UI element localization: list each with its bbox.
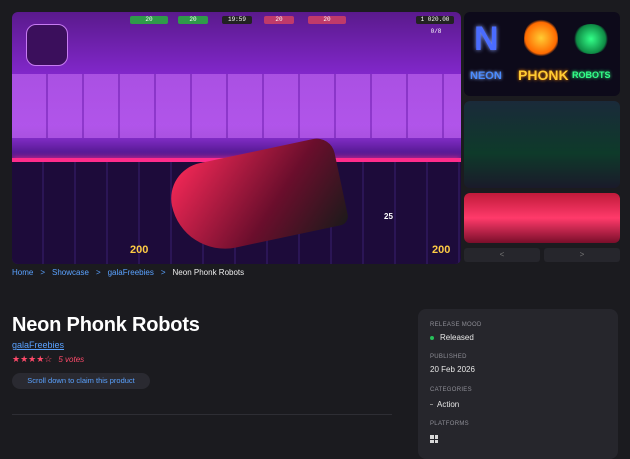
published-value: 20 Feb 2026 (430, 365, 475, 374)
hud-team-score: 20 (130, 16, 168, 24)
minimap-icon (26, 24, 68, 66)
robot-head-icon (572, 24, 610, 54)
thumbnail-1[interactable]: N NEON PHONK ROBOTS (464, 12, 620, 96)
hud-enemy-score-2: 20 (308, 16, 346, 24)
categories-label: CATEGORIES (430, 387, 472, 393)
scene-wall (12, 74, 461, 138)
main-screenshot[interactable]: 20 20 19:59 20 20 1 020.00 0/8 200 200 2… (12, 12, 461, 264)
publisher-link[interactable]: galaFreebies (12, 340, 64, 350)
gallery-nav: < > (464, 248, 620, 262)
thumbnail-3[interactable] (464, 193, 620, 243)
breadcrumb-separator: > (40, 268, 46, 277)
breadcrumb: Home > Showcase > galaFreebies > Neon Phonk Ro… (12, 268, 244, 277)
gallery-next-button[interactable]: > (544, 248, 620, 262)
release-mood-label: RELEASE MOOD (430, 322, 482, 328)
neon-n-logo: N (474, 20, 499, 58)
breadcrumb-showcase[interactable]: Showcase (52, 268, 89, 277)
status-dot-icon (430, 335, 434, 340)
category-text: Action (437, 400, 460, 409)
thumbnail-2[interactable] (464, 101, 620, 188)
hud-ammo-right: 200 (432, 244, 451, 256)
breadcrumb-separator: > (160, 268, 166, 277)
hud-team-score-2: 20 (178, 16, 208, 24)
release-mood-text: Released (440, 333, 474, 342)
platforms-label: PLATFORMS (430, 421, 469, 427)
rating[interactable]: ★★★★☆ 5 votes (12, 354, 84, 365)
breadcrumb-home[interactable]: Home (12, 268, 33, 277)
hud-currency: 1 020.00 (416, 16, 454, 24)
neon-word: NEON (470, 70, 502, 82)
claim-button[interactable]: Scroll down to claim this product (12, 373, 150, 389)
hud-enemy-score: 20 (264, 16, 294, 24)
category-bullet-icon (430, 404, 433, 406)
screenshot-gallery: 20 20 19:59 20 20 1 020.00 0/8 200 200 2… (0, 0, 630, 264)
gallery-prev-button[interactable]: < (464, 248, 540, 262)
release-mood-value: Released (430, 333, 474, 342)
demon-mask-icon (524, 18, 558, 58)
hud-kills: 25 (384, 212, 393, 221)
hud-timer: 19:59 (222, 16, 252, 24)
rating-stars: ★★★★☆ (12, 354, 53, 364)
divider (12, 414, 392, 415)
robots-word: ROBOTS (572, 70, 611, 80)
hud-ammo-left: 200 (130, 244, 149, 256)
hud-objective-count: 0/8 (430, 28, 442, 35)
breadcrumb-separator: > (95, 268, 101, 277)
category-item[interactable]: Action (430, 400, 459, 409)
breadcrumb-current: Neon Phonk Robots (172, 268, 245, 277)
page-title: Neon Phonk Robots (12, 314, 200, 336)
windows-icon (430, 435, 438, 443)
breadcrumb-publisher[interactable]: galaFreebies (108, 268, 154, 277)
phonk-word: PHONK (518, 67, 569, 83)
info-panel: RELEASE MOOD Released PUBLISHED 20 Feb 2… (418, 309, 618, 459)
rating-votes: 5 votes (58, 355, 85, 364)
published-label: PUBLISHED (430, 354, 467, 360)
